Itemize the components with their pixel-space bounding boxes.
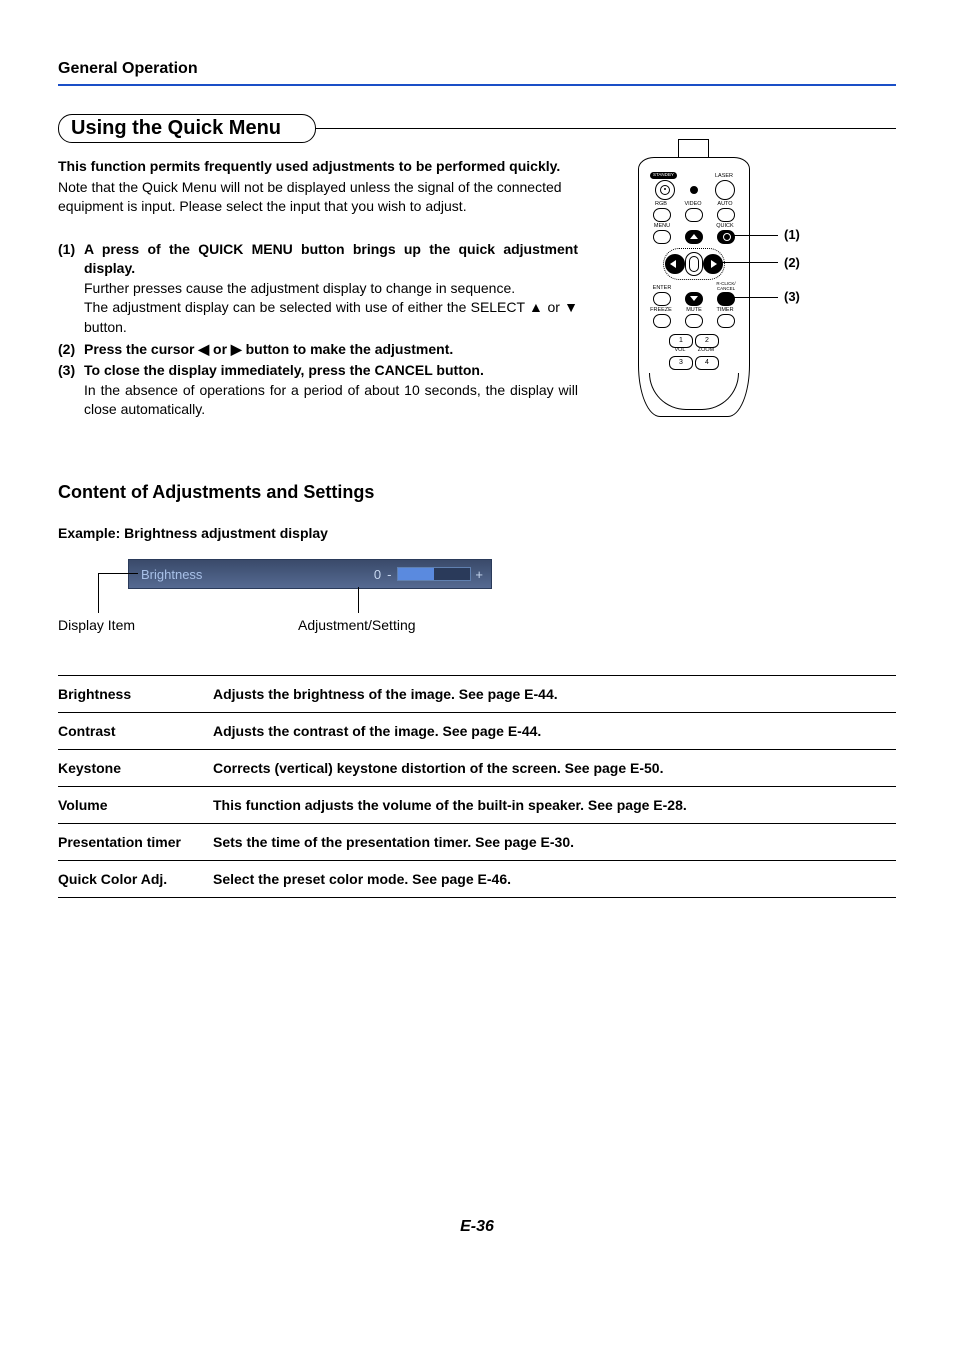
video-label: VIDEO xyxy=(681,202,705,208)
section-title-rule xyxy=(312,128,896,129)
setting-name: Brightness xyxy=(58,686,213,702)
table-row: Keystone Corrects (vertical) keystone di… xyxy=(58,749,896,786)
enter-label: ENTER xyxy=(649,286,675,292)
step-number: (1) xyxy=(58,240,84,338)
setting-desc: Adjusts the contrast of the image. See p… xyxy=(213,723,896,739)
plus-icon: + xyxy=(471,567,483,582)
setting-name: Contrast xyxy=(58,723,213,739)
mute-button xyxy=(685,314,703,328)
vol-label: VOL xyxy=(669,348,691,354)
mute-label: MUTE xyxy=(683,308,705,314)
step-detail: In the absence of operations for a perio… xyxy=(84,382,578,418)
left-column: This function permits frequently used ad… xyxy=(58,157,578,422)
intro-bold: This function permits frequently used ad… xyxy=(58,157,578,176)
dpad-right xyxy=(703,254,723,274)
dpad-center xyxy=(685,252,703,276)
laser-button xyxy=(715,180,735,200)
callout-2: (2) xyxy=(784,255,800,270)
num-4: 4 xyxy=(695,356,719,370)
enter-button xyxy=(653,292,671,306)
freeze-button xyxy=(653,314,671,328)
menu-button xyxy=(653,230,671,244)
setting-desc: Adjusts the brightness of the image. See… xyxy=(213,686,896,702)
step-3: (3) To close the display immediately, pr… xyxy=(58,361,578,420)
setting-name: Presentation timer xyxy=(58,834,213,850)
cancel-label: R-CLICK/ CANCEL xyxy=(709,282,743,291)
num-2: 2 xyxy=(695,334,719,348)
step-title: To close the display immediately, press … xyxy=(84,362,484,378)
dpad-left xyxy=(665,254,685,274)
setting-name: Keystone xyxy=(58,760,213,776)
led-indicator xyxy=(690,186,698,194)
table-row: Quick Color Adj. Select the preset color… xyxy=(58,860,896,898)
setting-desc: Sets the time of the presentation timer.… xyxy=(213,834,896,850)
table-row: Presentation timer Sets the time of the … xyxy=(58,823,896,860)
video-button xyxy=(685,208,703,222)
step-1: (1) A press of the QUICK MENU button bri… xyxy=(58,240,578,338)
osd-caption-right: Adjustment/Setting xyxy=(298,617,416,633)
table-row: Brightness Adjusts the brightness of the… xyxy=(58,675,896,712)
down-button xyxy=(685,292,703,306)
page-number: E-36 xyxy=(58,1218,896,1236)
quick-label: QUICK xyxy=(713,224,737,230)
freeze-label: FREEZE xyxy=(649,308,673,314)
setting-desc: Select the preset color mode. See page E… xyxy=(213,871,896,887)
page-header: General Operation xyxy=(58,60,896,86)
cancel-button xyxy=(717,292,735,306)
section-title: Using the Quick Menu xyxy=(58,114,316,143)
auto-label: AUTO xyxy=(713,202,737,208)
osd-bar: Brightness 0 - + xyxy=(128,559,492,589)
callout-1: (1) xyxy=(784,227,800,242)
step-detail: Further presses cause the adjustment dis… xyxy=(84,280,578,335)
steps-list: (1) A press of the QUICK MENU button bri… xyxy=(58,240,578,420)
table-row: Contrast Adjusts the contrast of the ima… xyxy=(58,712,896,749)
setting-desc: This function adjusts the volume of the … xyxy=(213,797,896,813)
osd-value: 0 xyxy=(359,567,381,582)
laser-label: LASER xyxy=(709,174,739,180)
menu-label: MENU xyxy=(651,224,673,230)
setting-name: Quick Color Adj. xyxy=(58,871,213,887)
remote-diagram: STANDBY LASER RGB VIDEO AUTO xyxy=(638,157,750,422)
rgb-button xyxy=(653,208,671,222)
callout-3: (3) xyxy=(784,289,800,304)
setting-desc: Corrects (vertical) keystone distortion … xyxy=(213,760,896,776)
osd-item-name: Brightness xyxy=(129,567,281,582)
minus-icon: - xyxy=(381,567,397,582)
timer-button xyxy=(717,314,735,328)
up-button xyxy=(685,230,703,244)
osd-slider xyxy=(397,567,471,581)
settings-table: Brightness Adjusts the brightness of the… xyxy=(58,675,896,898)
example-label: Example: Brightness adjustment display xyxy=(58,525,896,541)
standby-label: STANDBY xyxy=(650,172,677,179)
sub-heading: Content of Adjustments and Settings xyxy=(58,482,896,503)
zoom-label: ZOOM xyxy=(695,348,717,354)
section-title-row: Using the Quick Menu xyxy=(58,114,896,143)
step-title: A press of the QUICK MENU button brings … xyxy=(84,241,578,277)
document-page: General Operation Using the Quick Menu T… xyxy=(0,0,954,1276)
step-number: (2) xyxy=(58,340,84,360)
setting-name: Volume xyxy=(58,797,213,813)
step-title: Press the cursor ◀ or ▶ button to make t… xyxy=(84,341,453,357)
standby-button xyxy=(655,180,675,200)
rgb-label: RGB xyxy=(651,202,671,208)
table-row: Volume This function adjusts the volume … xyxy=(58,786,896,823)
quick-button xyxy=(717,230,735,244)
auto-button xyxy=(717,208,735,222)
intro-text: Note that the Quick Menu will not be dis… xyxy=(58,178,578,216)
num-1: 1 xyxy=(669,334,693,348)
num-3: 3 xyxy=(669,356,693,370)
osd-caption-left: Display Item xyxy=(58,617,135,633)
step-2: (2) Press the cursor ◀ or ▶ button to ma… xyxy=(58,340,578,360)
step-number: (3) xyxy=(58,361,84,420)
osd-example: Brightness 0 - + Display Item Adjustment… xyxy=(58,559,896,639)
right-column: STANDBY LASER RGB VIDEO AUTO xyxy=(608,157,896,422)
timer-label: TIMER xyxy=(713,308,737,314)
